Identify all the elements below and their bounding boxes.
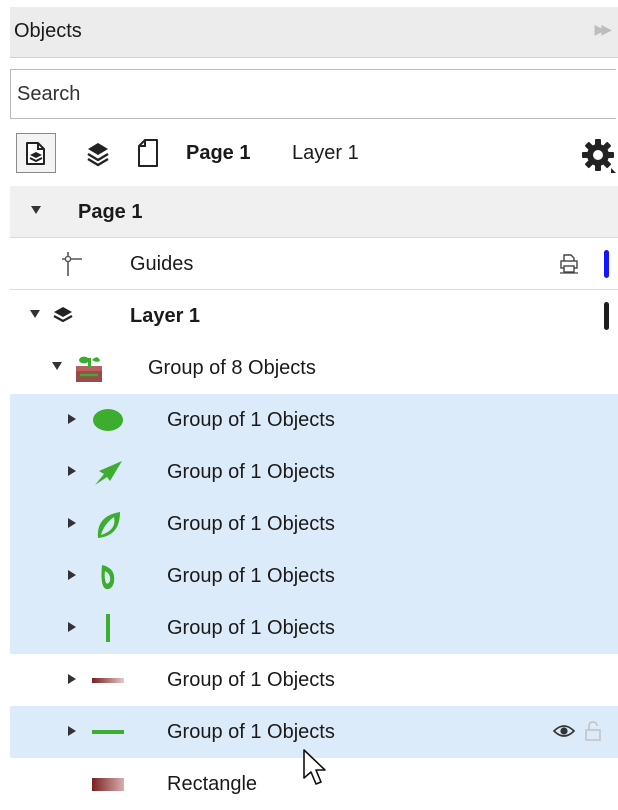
drop-icon xyxy=(90,560,126,592)
printer-icon[interactable] xyxy=(558,252,580,274)
tree-row-layer[interactable]: Layer 1 xyxy=(10,290,618,342)
guides-icon xyxy=(50,248,86,280)
expand-toggle[interactable] xyxy=(68,674,76,684)
child-row-label: Group of 1 Objects xyxy=(167,513,335,535)
child-row-label: Group of 1 Objects xyxy=(167,617,335,639)
child-row-label: Group of 1 Objects xyxy=(167,409,335,431)
tree-row-child[interactable]: Group of 1 Objects xyxy=(10,446,618,498)
group-icon xyxy=(72,352,108,384)
expand-toggle[interactable] xyxy=(30,310,40,318)
child-row-label: Group of 1 Objects xyxy=(167,669,335,691)
tree-row-child[interactable]: Group of 1 Objects xyxy=(10,394,618,446)
tree-row-child[interactable]: Group of 1 Objects xyxy=(10,550,618,602)
docker-title-bar: Objects ▶▶ xyxy=(10,7,618,58)
objects-toolbar: Page 1 Layer 1 xyxy=(10,125,618,183)
child-row-label: Group of 1 Objects xyxy=(167,721,335,743)
child-row-label: Group of 1 Objects xyxy=(167,461,335,483)
guides-label: Guides xyxy=(130,253,194,275)
rectangle-row-label: Rectangle xyxy=(167,773,258,795)
leaf-icon xyxy=(90,508,126,540)
layer-settings-icon[interactable] xyxy=(16,133,56,173)
ellipse-icon xyxy=(90,404,126,436)
current-page-label: Page 1 xyxy=(186,142,251,164)
objects-docker: Objects ▶▶ Page 1 xyxy=(0,0,618,810)
page-icon[interactable] xyxy=(128,133,168,173)
rectangle-icon xyxy=(90,768,126,800)
tree-row-group[interactable]: Group of 8 Objects xyxy=(10,342,618,394)
tree-row-child[interactable]: Group of 1 Objects xyxy=(10,602,618,654)
search-input[interactable] xyxy=(11,70,616,118)
docker-title: Objects xyxy=(14,20,82,42)
tree-row-child[interactable]: Group of 1 Objects xyxy=(10,654,618,706)
tree-row-page[interactable]: Page 1 xyxy=(10,186,618,238)
expand-toggle[interactable] xyxy=(68,726,76,736)
tree-row-guides[interactable]: Guides xyxy=(10,238,618,290)
current-layer-label: Layer 1 xyxy=(292,142,359,164)
stem-icon xyxy=(90,612,126,644)
expand-toggle[interactable] xyxy=(31,206,41,214)
layer-color-swatch[interactable] xyxy=(604,302,609,330)
arrow-leaf-icon xyxy=(90,456,126,488)
expand-toggle[interactable] xyxy=(52,362,62,370)
eye-icon[interactable] xyxy=(552,720,576,742)
layer-color-swatch[interactable] xyxy=(604,250,609,278)
expand-toggle[interactable] xyxy=(68,570,76,580)
expand-toggle[interactable] xyxy=(68,466,76,476)
layers-icon[interactable] xyxy=(78,133,118,173)
tree-row-child[interactable]: Group of 1 Objects xyxy=(10,498,618,550)
gradient-bar-icon xyxy=(90,664,126,696)
expand-toggle[interactable] xyxy=(68,414,76,424)
lock-icon[interactable] xyxy=(582,720,604,742)
collapse-docker-icon[interactable]: ▶▶ xyxy=(594,21,611,38)
layer-row-label: Layer 1 xyxy=(130,305,201,327)
layer-icon xyxy=(48,300,78,332)
cursor-icon xyxy=(302,748,330,788)
page-row-label: Page 1 xyxy=(78,201,143,223)
gear-icon[interactable] xyxy=(578,135,618,175)
expand-toggle[interactable] xyxy=(68,622,76,632)
child-row-label: Group of 1 Objects xyxy=(167,565,335,587)
line-icon xyxy=(90,716,126,748)
search-box[interactable] xyxy=(10,69,616,119)
expand-toggle[interactable] xyxy=(68,518,76,528)
group-row-label: Group of 8 Objects xyxy=(148,357,316,379)
